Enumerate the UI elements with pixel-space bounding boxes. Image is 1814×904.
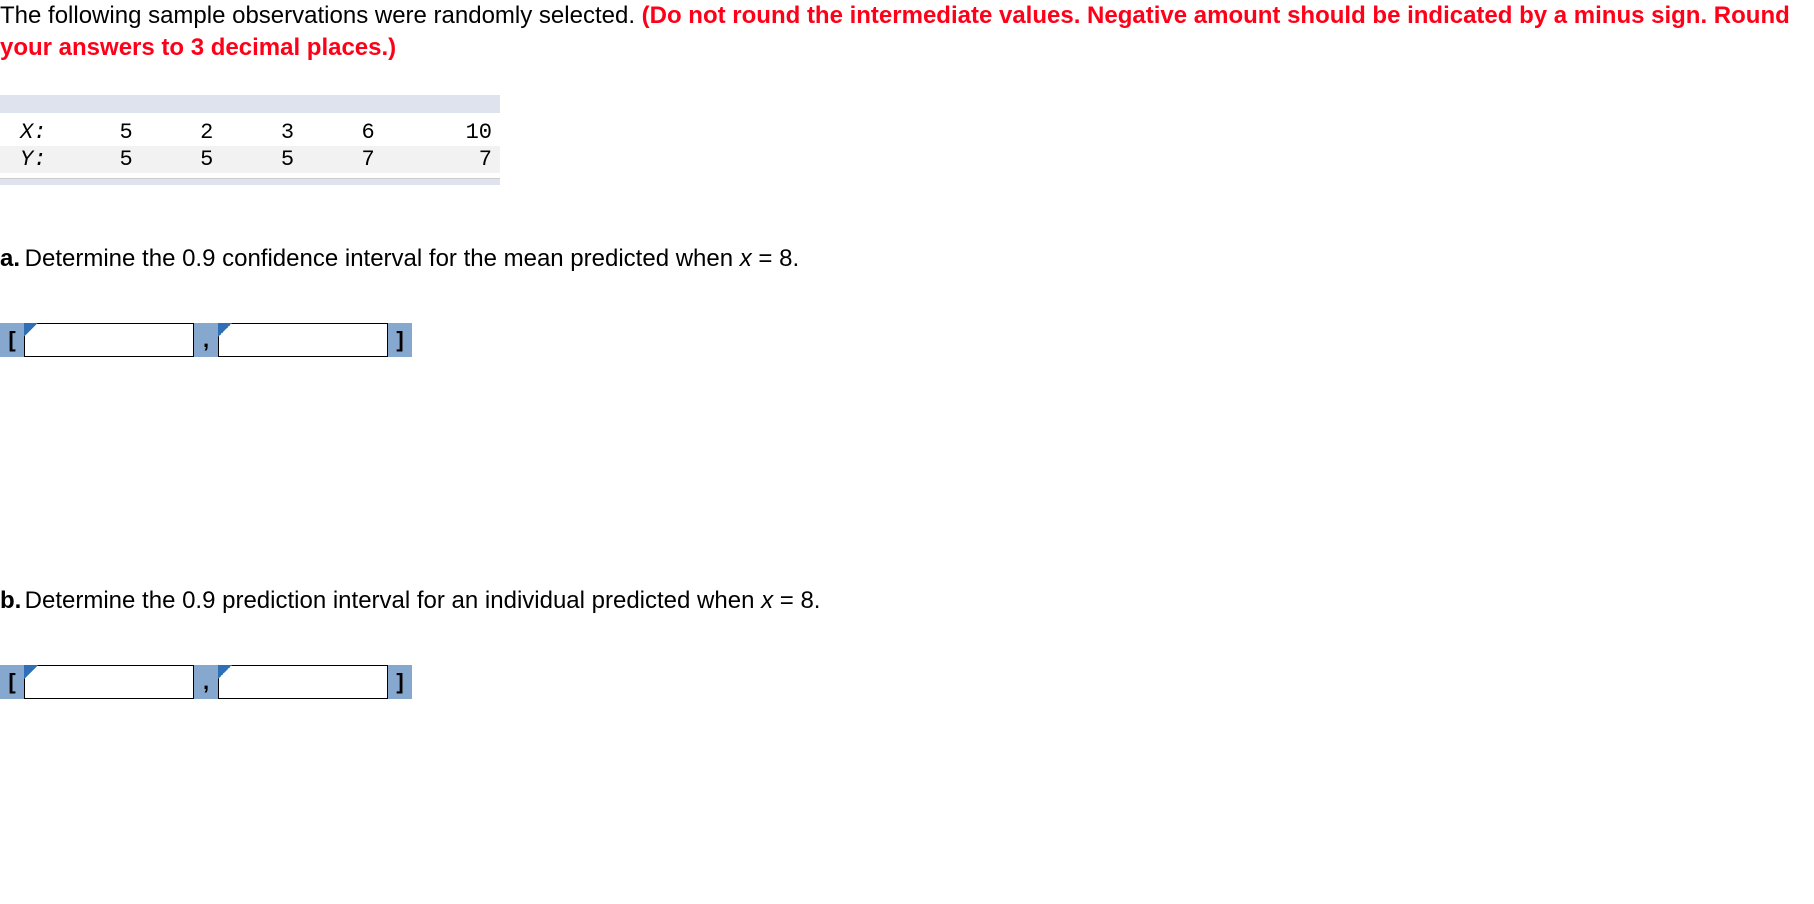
qa-var: x (740, 245, 752, 272)
intro-lead: The following sample observations were r… (0, 2, 642, 29)
table-row-x: X: 5 2 3 6 10 (0, 119, 500, 146)
flag-icon (24, 323, 38, 337)
y-1: 5 (60, 146, 141, 173)
table-footer-bar (0, 179, 500, 185)
data-table: X: 5 2 3 6 10 Y: 5 5 5 7 7 (0, 95, 500, 185)
question-intro: The following sample observations were r… (0, 0, 1814, 65)
x-1: 5 (60, 119, 141, 146)
y-4: 7 (302, 146, 383, 173)
comma-icon: , (194, 665, 218, 699)
qa-text: Determine the 0.9 confidence interval fo… (25, 245, 740, 272)
x-2: 2 (141, 119, 222, 146)
input-a-high[interactable] (219, 324, 387, 356)
open-bracket-icon: [ (0, 665, 24, 699)
input-a-low-cell[interactable] (24, 323, 194, 357)
input-b-high[interactable] (219, 666, 387, 698)
qb-eq: = 8. (773, 587, 820, 614)
qb-var: x (761, 587, 773, 614)
x-5: 10 (383, 119, 500, 146)
close-bracket-icon: ] (388, 323, 412, 357)
flag-icon (24, 665, 38, 679)
qb-text: Determine the 0.9 prediction interval fo… (25, 587, 761, 614)
comma-icon: , (194, 323, 218, 357)
input-a-low[interactable] (25, 324, 193, 356)
y-5: 7 (383, 146, 500, 173)
x-label: X: (0, 119, 60, 146)
close-bracket-icon: ] (388, 665, 412, 699)
input-b-high-cell[interactable] (218, 665, 388, 699)
input-a-high-cell[interactable] (218, 323, 388, 357)
question-b: b. Determine the 0.9 prediction interval… (0, 587, 1814, 615)
y-3: 5 (221, 146, 302, 173)
x-3: 3 (221, 119, 302, 146)
qb-label: b. (0, 587, 18, 615)
qa-label: a. (0, 245, 18, 273)
y-label: Y: (0, 146, 60, 173)
table-header-bar (0, 95, 500, 113)
input-b-low[interactable] (25, 666, 193, 698)
flag-icon (218, 323, 232, 337)
answer-b: [ , ] (0, 665, 1814, 699)
answer-a: [ , ] (0, 323, 1814, 357)
x-4: 6 (302, 119, 383, 146)
y-2: 5 (141, 146, 222, 173)
input-b-low-cell[interactable] (24, 665, 194, 699)
question-a: a. Determine the 0.9 confidence interval… (0, 245, 1814, 273)
flag-icon (218, 665, 232, 679)
table-row-y: Y: 5 5 5 7 7 (0, 146, 500, 173)
open-bracket-icon: [ (0, 323, 24, 357)
data-table-container: X: 5 2 3 6 10 Y: 5 5 5 7 7 (0, 95, 500, 185)
qa-eq: = 8. (752, 245, 799, 272)
